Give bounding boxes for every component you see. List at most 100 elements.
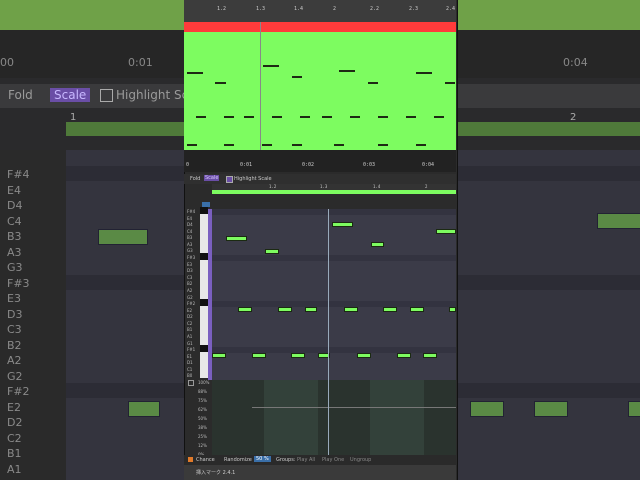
midi-note[interactable]	[291, 353, 305, 358]
piano-key-label: D4	[187, 222, 193, 228]
bg-note-label: D4	[7, 199, 23, 212]
piano-key-label: C1	[187, 366, 193, 372]
clip-note	[416, 144, 426, 146]
arrangement-ruler[interactable]: 1.2 1.3 1.4 2 2.2 2.3 2.4	[184, 0, 456, 22]
clip-note	[262, 144, 272, 146]
piano-key-label: B1	[187, 327, 193, 333]
percent-field[interactable]: 50 %	[254, 456, 271, 462]
bg-note-label: C2	[7, 431, 22, 445]
midi-note[interactable]	[371, 242, 384, 247]
piano-key-label: A2	[187, 287, 193, 293]
velocity-label: 88%	[198, 389, 207, 394]
piano-roll-lane	[212, 255, 456, 262]
midi-loop-bar[interactable]	[212, 190, 456, 194]
clip-note	[263, 65, 279, 67]
clip-note	[292, 144, 302, 146]
midi-note[interactable]	[344, 307, 358, 312]
piano-key-label: F#3	[187, 255, 196, 261]
clip-note	[339, 70, 355, 72]
midi-note[interactable]	[436, 229, 456, 234]
piano-key-label: E1	[187, 353, 193, 359]
midi-note[interactable]	[397, 353, 411, 358]
midi-note[interactable]	[383, 307, 397, 312]
clip-note	[350, 116, 360, 118]
velocity-label: 25%	[198, 434, 207, 439]
midi-ruler-tick: 2	[425, 184, 428, 189]
midi-note[interactable]	[265, 249, 279, 254]
piano-key-label: D1	[187, 360, 193, 366]
bg-note-label: A3	[7, 245, 22, 259]
velocity-lane-bg	[212, 380, 456, 455]
velocity-label: 50%	[198, 416, 207, 421]
bg-note	[98, 229, 148, 245]
ruler-tick: 2.2	[370, 6, 380, 12]
time-ruler[interactable]: 0 0:01 0:02 0:03 0:04	[184, 150, 456, 172]
clip-note	[224, 144, 234, 146]
clip-note	[187, 72, 203, 74]
bg-note-label: A2	[7, 354, 22, 367]
midi-note[interactable]	[252, 353, 266, 358]
ruler-tick: 1.4	[294, 6, 304, 12]
bg-note-label: F#4	[7, 168, 30, 181]
piano-key-label: B0	[187, 373, 193, 379]
clip-note	[224, 116, 234, 118]
clip-note	[334, 144, 344, 146]
randomize-button[interactable]: Randomize	[224, 457, 252, 463]
midi-note[interactable]	[278, 307, 292, 312]
bg-note-label: B3	[7, 230, 22, 243]
clip-note	[434, 116, 444, 118]
scale-button[interactable]: Scale	[204, 175, 220, 181]
velocity-label: 12%	[198, 443, 207, 448]
clip-note	[300, 116, 310, 118]
ungroup-button[interactable]: Ungroup	[350, 457, 371, 463]
midi-note[interactable]	[226, 236, 247, 241]
bg-note	[597, 213, 640, 229]
bg-note-label: E2	[7, 400, 21, 414]
bg-note	[628, 401, 640, 417]
highlight-scale-label: Highlight Scale	[234, 176, 272, 182]
midi-note[interactable]	[238, 307, 252, 312]
chance-label[interactable]: Chance	[196, 457, 215, 463]
checkbox-icon[interactable]	[226, 176, 233, 183]
time-tick: 0:02	[302, 162, 315, 168]
velocity-toggle-icon[interactable]	[188, 380, 194, 386]
midi-note[interactable]	[449, 307, 456, 312]
clip-note	[378, 144, 388, 146]
midi-note[interactable]	[305, 307, 317, 312]
play-one-button[interactable]: Play One	[322, 457, 344, 463]
playhead-line	[260, 22, 261, 160]
bg-timecode-0: 00	[0, 56, 14, 69]
bottom-bar: Chance Randomize 50 % Groups: Play All P…	[184, 455, 456, 465]
bg-scale-button: Scale	[50, 88, 91, 102]
midi-note[interactable]	[332, 222, 353, 227]
clip-note	[368, 82, 378, 84]
clip-note	[322, 116, 332, 118]
bg-note-label: E4	[7, 183, 21, 197]
loop-brace-bar[interactable]	[184, 22, 456, 32]
piano-roll-grid[interactable]	[212, 209, 456, 380]
midi-note[interactable]	[357, 353, 371, 358]
bg-note	[470, 401, 504, 417]
midi-clip[interactable]	[184, 32, 456, 150]
ruler-tick: 2.3	[409, 6, 419, 12]
play-all-button[interactable]: Play All	[297, 457, 315, 463]
piano-key-label: F#4	[187, 209, 196, 214]
midi-note[interactable]	[410, 307, 424, 312]
groups-label: Groups:	[276, 457, 296, 463]
piano-key[interactable]	[200, 371, 208, 379]
piano-key-label: E3	[187, 261, 193, 267]
bg-note-label: D3	[7, 307, 23, 321]
bg-bar-2: 2	[570, 112, 577, 123]
bg-timecode-1: 0:01	[128, 56, 153, 69]
fold-button[interactable]: Fold	[190, 176, 200, 182]
bg-timecode-2: 0:04	[563, 56, 588, 69]
clip-note	[292, 76, 302, 78]
chance-icon[interactable]	[188, 457, 193, 462]
bg-note-label: F#2	[7, 385, 30, 398]
piano-key-label: D3	[187, 268, 193, 274]
midi-note[interactable]	[423, 353, 437, 358]
midi-note[interactable]	[212, 353, 226, 358]
scale-strip	[208, 209, 212, 380]
ruler-tick: 1.3	[256, 6, 266, 12]
velocity-lane[interactable]	[212, 380, 456, 455]
